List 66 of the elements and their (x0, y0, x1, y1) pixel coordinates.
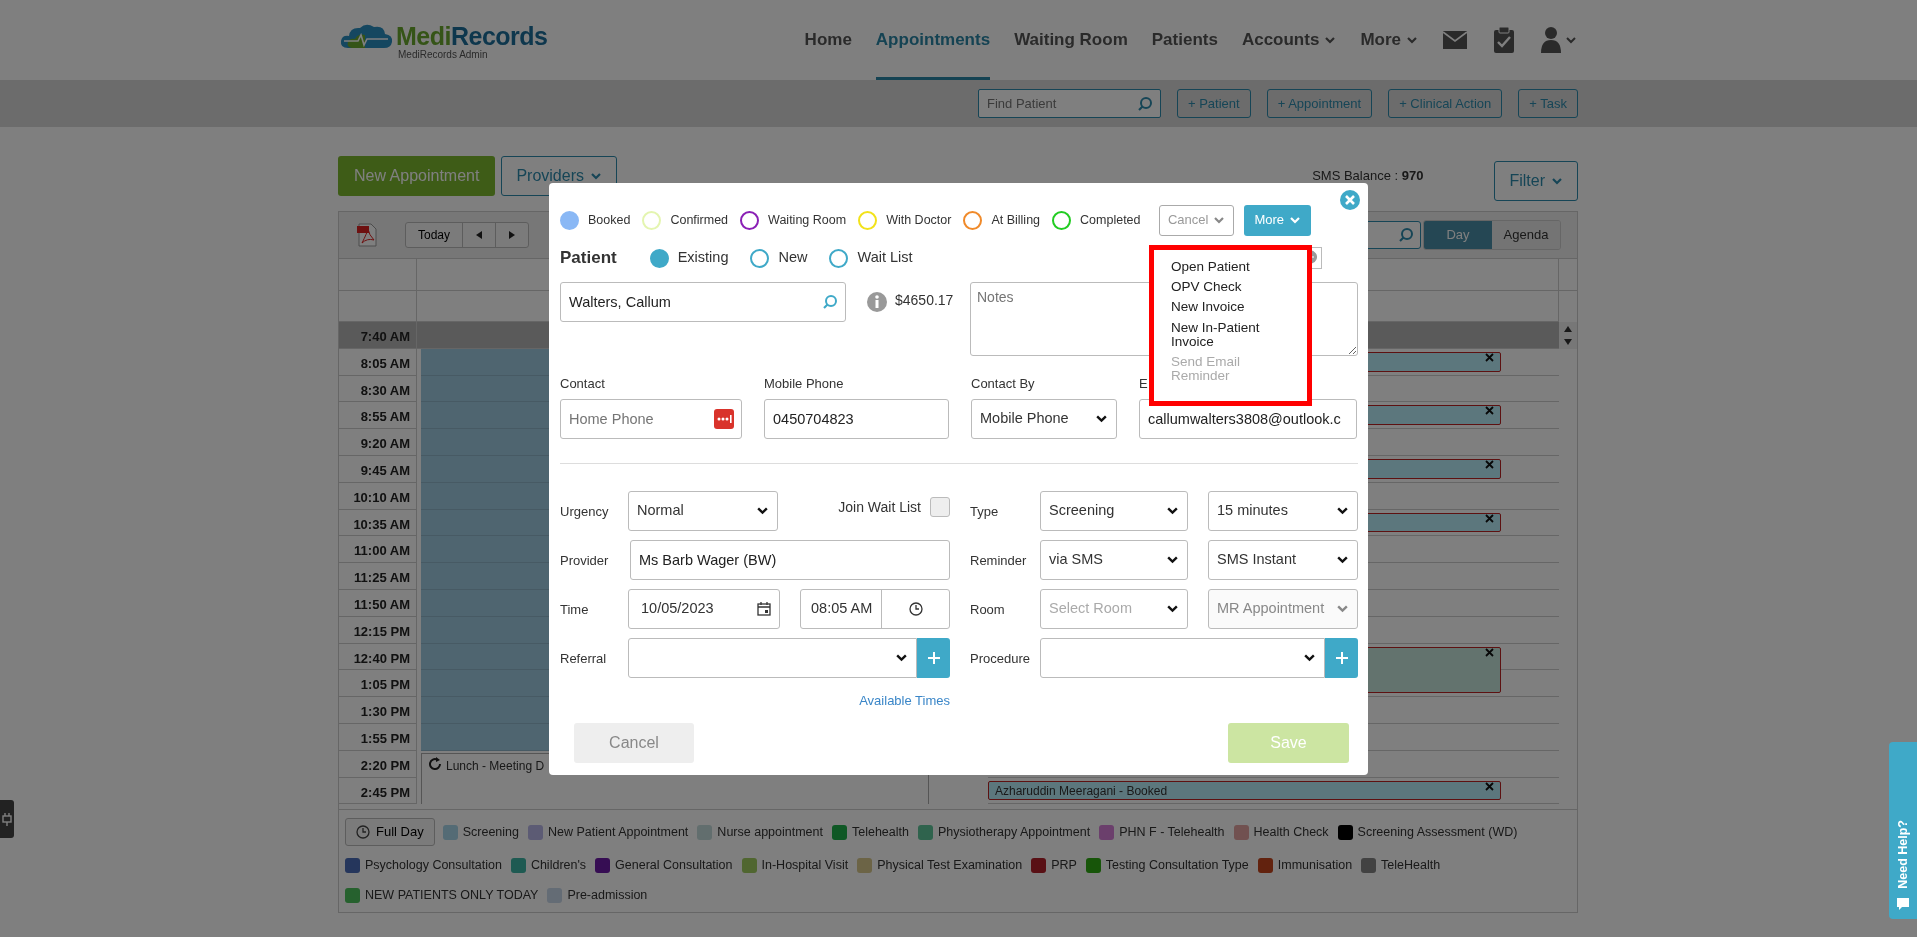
patient-heading: Patient (560, 247, 617, 270)
field-label: Contact (560, 375, 605, 393)
sms-balance: SMS Balance : 970 (1312, 167, 1424, 186)
field-label: Contact By (971, 375, 1035, 393)
time-label: 11:25 AM (339, 563, 417, 590)
radio-label: Existing (677, 248, 729, 268)
status-label: Confirmed (670, 211, 729, 229)
field-label: Mobile Phone (764, 375, 844, 393)
legend-label: Health Check (1253, 823, 1329, 841)
field-label: Provider (560, 551, 609, 570)
time-label: 9:45 AM (339, 456, 417, 483)
status-label: Waiting Room (768, 211, 847, 229)
radio-label: New (778, 248, 808, 268)
status-label: Booked (588, 211, 631, 229)
legend-label: PHN F - Telehealth (1119, 823, 1225, 841)
legend-label: PRP (1051, 856, 1077, 874)
field-label: Reminder (970, 551, 1027, 570)
legend-label: Testing Consultation Type (1105, 856, 1249, 874)
legend-label: Screening (462, 823, 519, 841)
legend-label: NEW PATIENTS ONLY TODAY (365, 886, 539, 904)
time-label: 1:30 PM (339, 697, 417, 724)
field-label: Procedure (970, 649, 1030, 668)
time-label: 7:40 AM (339, 322, 417, 349)
legend-label: Pre-admission (567, 886, 648, 904)
checkbox-label: Join Wait List (838, 497, 921, 517)
time-label: 1:55 PM (339, 723, 417, 751)
radio-label: Wait List (857, 248, 913, 268)
legend-label: Children's (530, 856, 587, 874)
field-label: Time (560, 600, 589, 619)
legend-label: TeleHealth (1381, 856, 1441, 874)
legend-label: Psychology Consultation (365, 856, 502, 874)
legend-label: Immunisation (1277, 856, 1353, 874)
balance-amount: $4650.17 (895, 291, 954, 310)
lunch-text: Lunch - Meeting D (446, 757, 545, 775)
legend-label: Nurse appointment (717, 823, 823, 841)
time-label: 8:05 AM (339, 348, 417, 376)
time-label: 11:00 AM (339, 536, 417, 564)
legend-label: In-Hospital Visit (761, 856, 849, 874)
time-label: 8:55 AM (339, 402, 417, 430)
field-label: Room (970, 600, 1005, 619)
legend-label: Physiotherapy Appointment (938, 823, 1091, 841)
appointment-text: Azharuddin Meeragani - Booked (995, 782, 1168, 800)
time-label: 1:05 PM (339, 670, 417, 698)
brand-subtitle: MediRecords Admin (398, 50, 489, 60)
legend-label: Telehealth (852, 823, 909, 841)
time-label: 2:45 PM (339, 777, 417, 805)
time-label: 12:40 PM (339, 643, 417, 671)
time-label: 9:20 AM (339, 429, 417, 456)
field-label: Type (970, 502, 999, 521)
legend-label: Physical Test Examination (877, 856, 1023, 874)
legend-label: New Patient Appointment (548, 823, 689, 841)
status-label: At Billing (991, 211, 1041, 229)
field-label: E (1139, 375, 1148, 393)
brand-name: MediRecords (396, 23, 548, 49)
time-label: 11:50 AM (339, 589, 417, 617)
time-label: 10:35 AM (339, 509, 417, 537)
status-label: With Doctor (886, 211, 952, 229)
time-label: 12:15 PM (339, 616, 417, 644)
legend-label: Screening Assessment (WD) (1357, 823, 1518, 841)
time-label: 8:30 AM (339, 375, 417, 403)
legend-label: General Consultation (615, 856, 733, 874)
field-label: Urgency (560, 502, 609, 521)
time-label: 10:10 AM (339, 482, 417, 510)
status-label: Completed (1080, 211, 1141, 229)
field-label: Referral (560, 649, 607, 668)
time-label: 2:20 PM (339, 750, 417, 778)
